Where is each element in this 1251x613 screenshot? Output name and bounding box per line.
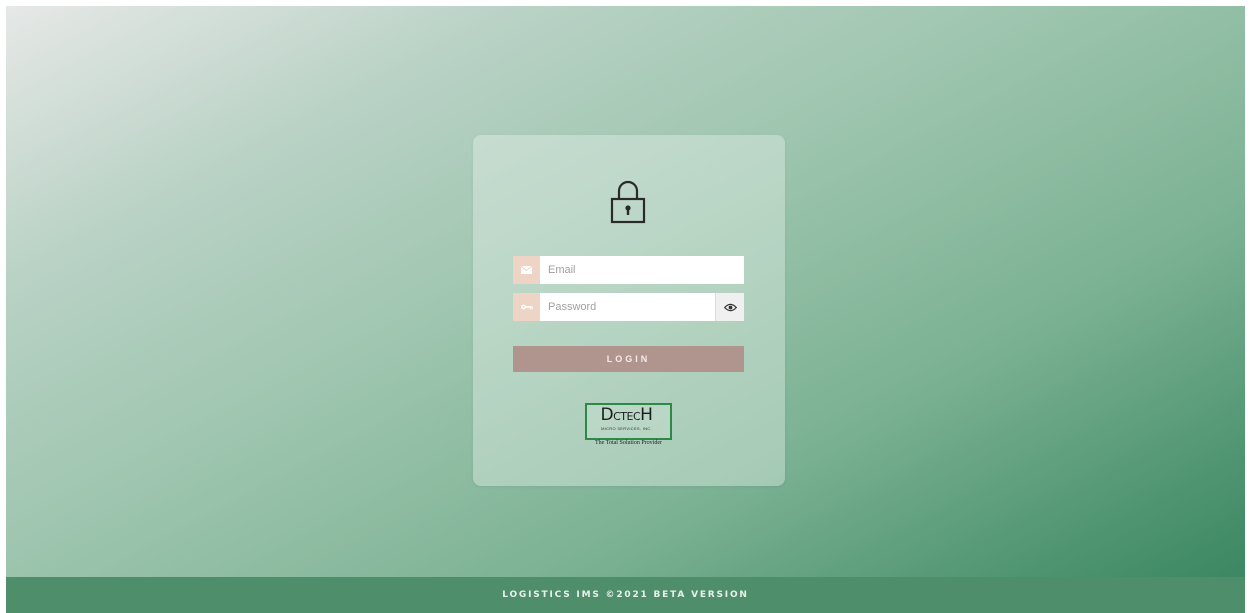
envelope-icon	[521, 266, 532, 274]
footer-bar: LOGISTICS IMS ©2021 BETA VERSION	[6, 577, 1245, 613]
email-row	[513, 256, 744, 284]
password-input[interactable]	[540, 293, 715, 321]
footer-text: LOGISTICS IMS ©2021 BETA VERSION	[502, 590, 749, 600]
password-prefix	[513, 293, 540, 321]
logo-wordmark-ctec: CTEC	[613, 410, 641, 423]
logo-wordmark: DCTECH	[585, 405, 668, 427]
eye-icon	[723, 303, 737, 311]
logo-tagline: The Total Solution Provider	[595, 440, 662, 446]
lock-icon	[610, 180, 646, 224]
logo-subtitle: MICRO SERVICES, INC.	[601, 426, 652, 431]
login-button[interactable]: LOGIN	[513, 346, 744, 372]
email-prefix	[513, 256, 540, 284]
company-logo: DCTECH MICRO SERVICES, INC. The Total So…	[585, 403, 672, 449]
login-page: LOGIN DCTECH MICRO SERVICES, INC. The To…	[6, 6, 1245, 613]
key-icon	[520, 304, 533, 310]
login-card: LOGIN DCTECH MICRO SERVICES, INC. The To…	[473, 135, 785, 486]
email-input[interactable]	[540, 256, 744, 284]
password-row	[513, 293, 744, 321]
logo-wordmark-d: D	[600, 405, 614, 425]
logo-wordmark-h: H	[640, 405, 653, 425]
show-password-button[interactable]	[715, 293, 744, 321]
